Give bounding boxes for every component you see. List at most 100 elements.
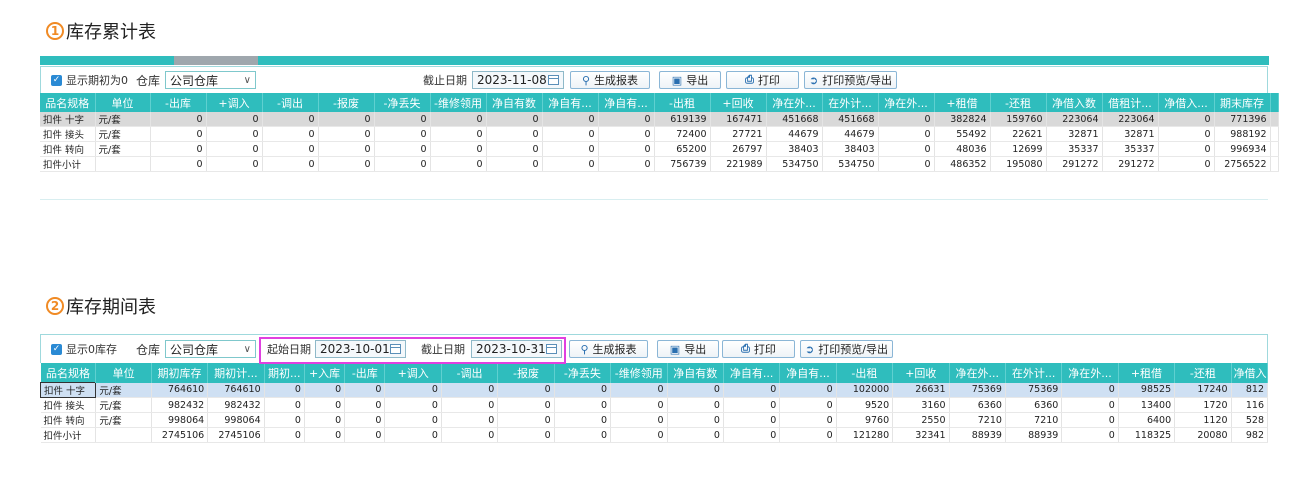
column-header[interactable]: -还租 [1174,363,1232,383]
column-header[interactable]: 净自有数 [667,363,724,383]
column-header[interactable]: -出租 [836,363,894,383]
value-cell[interactable]: 764610 [207,382,265,398]
value-cell[interactable]: 88939 [1005,427,1063,443]
value-cell[interactable]: 2550 [892,412,950,428]
table-row[interactable]: 扣件小计 0 0 0 0 0 0 0 0 0 756739 221989 534750 534750 0 48… [40,156,1279,172]
column-header[interactable]: 净借入数 [1046,93,1103,112]
value-cell[interactable]: 0 [497,382,555,398]
value-cell[interactable]: 0 [149,141,207,157]
value-cell[interactable]: 9520 [836,397,894,413]
value-cell[interactable]: 32871 [1046,126,1103,142]
value-cell[interactable]: 0 [667,382,724,398]
column-header[interactable]: 单位 [95,93,151,112]
item-name-cell[interactable]: 扣件小计 [40,156,96,172]
value-cell[interactable]: 2756522 [1214,156,1271,172]
value-cell[interactable]: 0 [262,112,319,127]
table-row[interactable]: 扣件小计 2745106 2745106 0 0 0 0 0 0 0 0 0 0 0 121280 32341… [40,427,1269,443]
value-cell[interactable]: 0 [304,382,346,398]
value-cell[interactable]: 0 [486,126,543,142]
value-cell[interactable]: 0 [304,427,346,443]
value-cell[interactable]: 291272 [1102,156,1159,172]
value-cell[interactable]: 6400 [1118,412,1176,428]
value-cell[interactable]: 0 [441,412,499,428]
column-header[interactable]: 净借入数 [1231,363,1269,383]
section2-end-date-input[interactable]: 2023-10-31 [471,340,562,358]
value-cell[interactable]: 0 [1158,156,1215,172]
value-cell[interactable]: 756739 [654,156,711,172]
value-cell[interactable]: 0 [318,156,375,172]
value-cell[interactable]: 12699 [990,141,1047,157]
value-cell[interactable]: 0 [206,141,263,157]
section2-warehouse-select[interactable]: 公司仓库 ∨ [165,340,256,358]
value-cell[interactable]: 0 [554,397,612,413]
value-cell[interactable]: 3160 [892,397,950,413]
value-cell[interactable]: 0 [610,427,668,443]
column-header[interactable]: -出库 [150,93,207,112]
value-cell[interactable]: 1120 [1174,412,1232,428]
unit-cell[interactable] [95,156,151,172]
value-cell[interactable] [1270,141,1279,157]
value-cell[interactable]: 0 [667,397,724,413]
value-cell[interactable]: 20080 [1174,427,1232,443]
section2-export-button[interactable]: ▣ 导出 [657,340,719,358]
unit-cell[interactable]: 元/套 [95,126,151,142]
value-cell[interactable] [1270,126,1279,142]
value-cell[interactable]: 0 [374,126,431,142]
value-cell[interactable]: 0 [384,427,442,443]
table-row[interactable]: 扣件 十字 元/套 0 0 0 0 0 0 0 0 0 619139 167471 451668 45166… [40,112,1279,127]
unit-cell[interactable]: 元/套 [95,412,152,428]
value-cell[interactable]: 0 [1061,412,1119,428]
value-cell[interactable]: 764610 [150,382,209,398]
column-header[interactable]: -调出 [262,93,319,112]
value-cell[interactable]: 0 [264,412,305,428]
value-cell[interactable]: 0 [430,156,487,172]
value-cell[interactable]: 0 [554,427,612,443]
section1-generate-button[interactable]: ⚲ 生成报表 [570,71,650,89]
value-cell[interactable] [1270,112,1279,127]
value-cell[interactable]: 88939 [949,427,1006,443]
value-cell[interactable]: 0 [344,397,386,413]
value-cell[interactable]: 0 [441,427,499,443]
value-cell[interactable]: 0 [542,112,599,127]
item-name-cell[interactable]: 扣件 接头 [40,397,97,413]
value-cell[interactable]: 534750 [766,156,823,172]
value-cell[interactable]: 0 [384,412,442,428]
value-cell[interactable]: 22621 [990,126,1047,142]
section2-preview-button[interactable]: ➲ 打印预览/导出 [800,340,893,358]
column-header[interactable] [1270,93,1279,112]
column-header[interactable]: +租借 [934,93,991,112]
section1-preview-button[interactable]: ➲ 打印预览/导出 [804,71,897,89]
column-header[interactable]: -调出 [441,363,499,383]
value-cell[interactable]: 451668 [766,112,823,127]
unit-cell[interactable] [95,427,152,443]
value-cell[interactable]: 0 [610,412,668,428]
value-cell[interactable]: 0 [206,126,263,142]
column-header[interactable]: -净丢失 [554,363,612,383]
unit-cell[interactable]: 元/套 [95,382,152,398]
value-cell[interactable] [1270,156,1279,172]
item-name-cell[interactable]: 扣件小计 [40,427,97,443]
value-cell[interactable]: 0 [1158,112,1215,127]
section1-warehouse-select[interactable]: 公司仓库 ∨ [165,71,256,89]
value-cell[interactable]: 0 [318,126,375,142]
value-cell[interactable]: 0 [384,382,442,398]
value-cell[interactable]: 0 [374,141,431,157]
value-cell[interactable]: 988192 [1214,126,1271,142]
value-cell[interactable]: 996934 [1214,141,1271,157]
value-cell[interactable]: 55492 [934,126,991,142]
value-cell[interactable]: 382824 [934,112,991,127]
value-cell[interactable]: 0 [1061,382,1119,398]
value-cell[interactable]: 0 [264,397,305,413]
value-cell[interactable]: 0 [723,382,781,398]
value-cell[interactable]: 0 [344,427,386,443]
value-cell[interactable]: 32341 [892,427,950,443]
value-cell[interactable]: 159760 [990,112,1047,127]
column-header[interactable]: 净自有... [723,363,781,383]
table-row[interactable]: 扣件 接头 元/套 0 0 0 0 0 0 0 0 0 72400 27721 44679 44679 0 55… [40,126,1279,142]
column-header[interactable]: 在外计... [822,93,879,112]
column-header[interactable]: +调入 [206,93,263,112]
value-cell[interactable]: 0 [610,397,668,413]
column-header[interactable]: -出库 [344,363,386,383]
value-cell[interactable]: 0 [598,141,655,157]
section2-start-date-input[interactable]: 2023-10-01 [315,340,406,358]
